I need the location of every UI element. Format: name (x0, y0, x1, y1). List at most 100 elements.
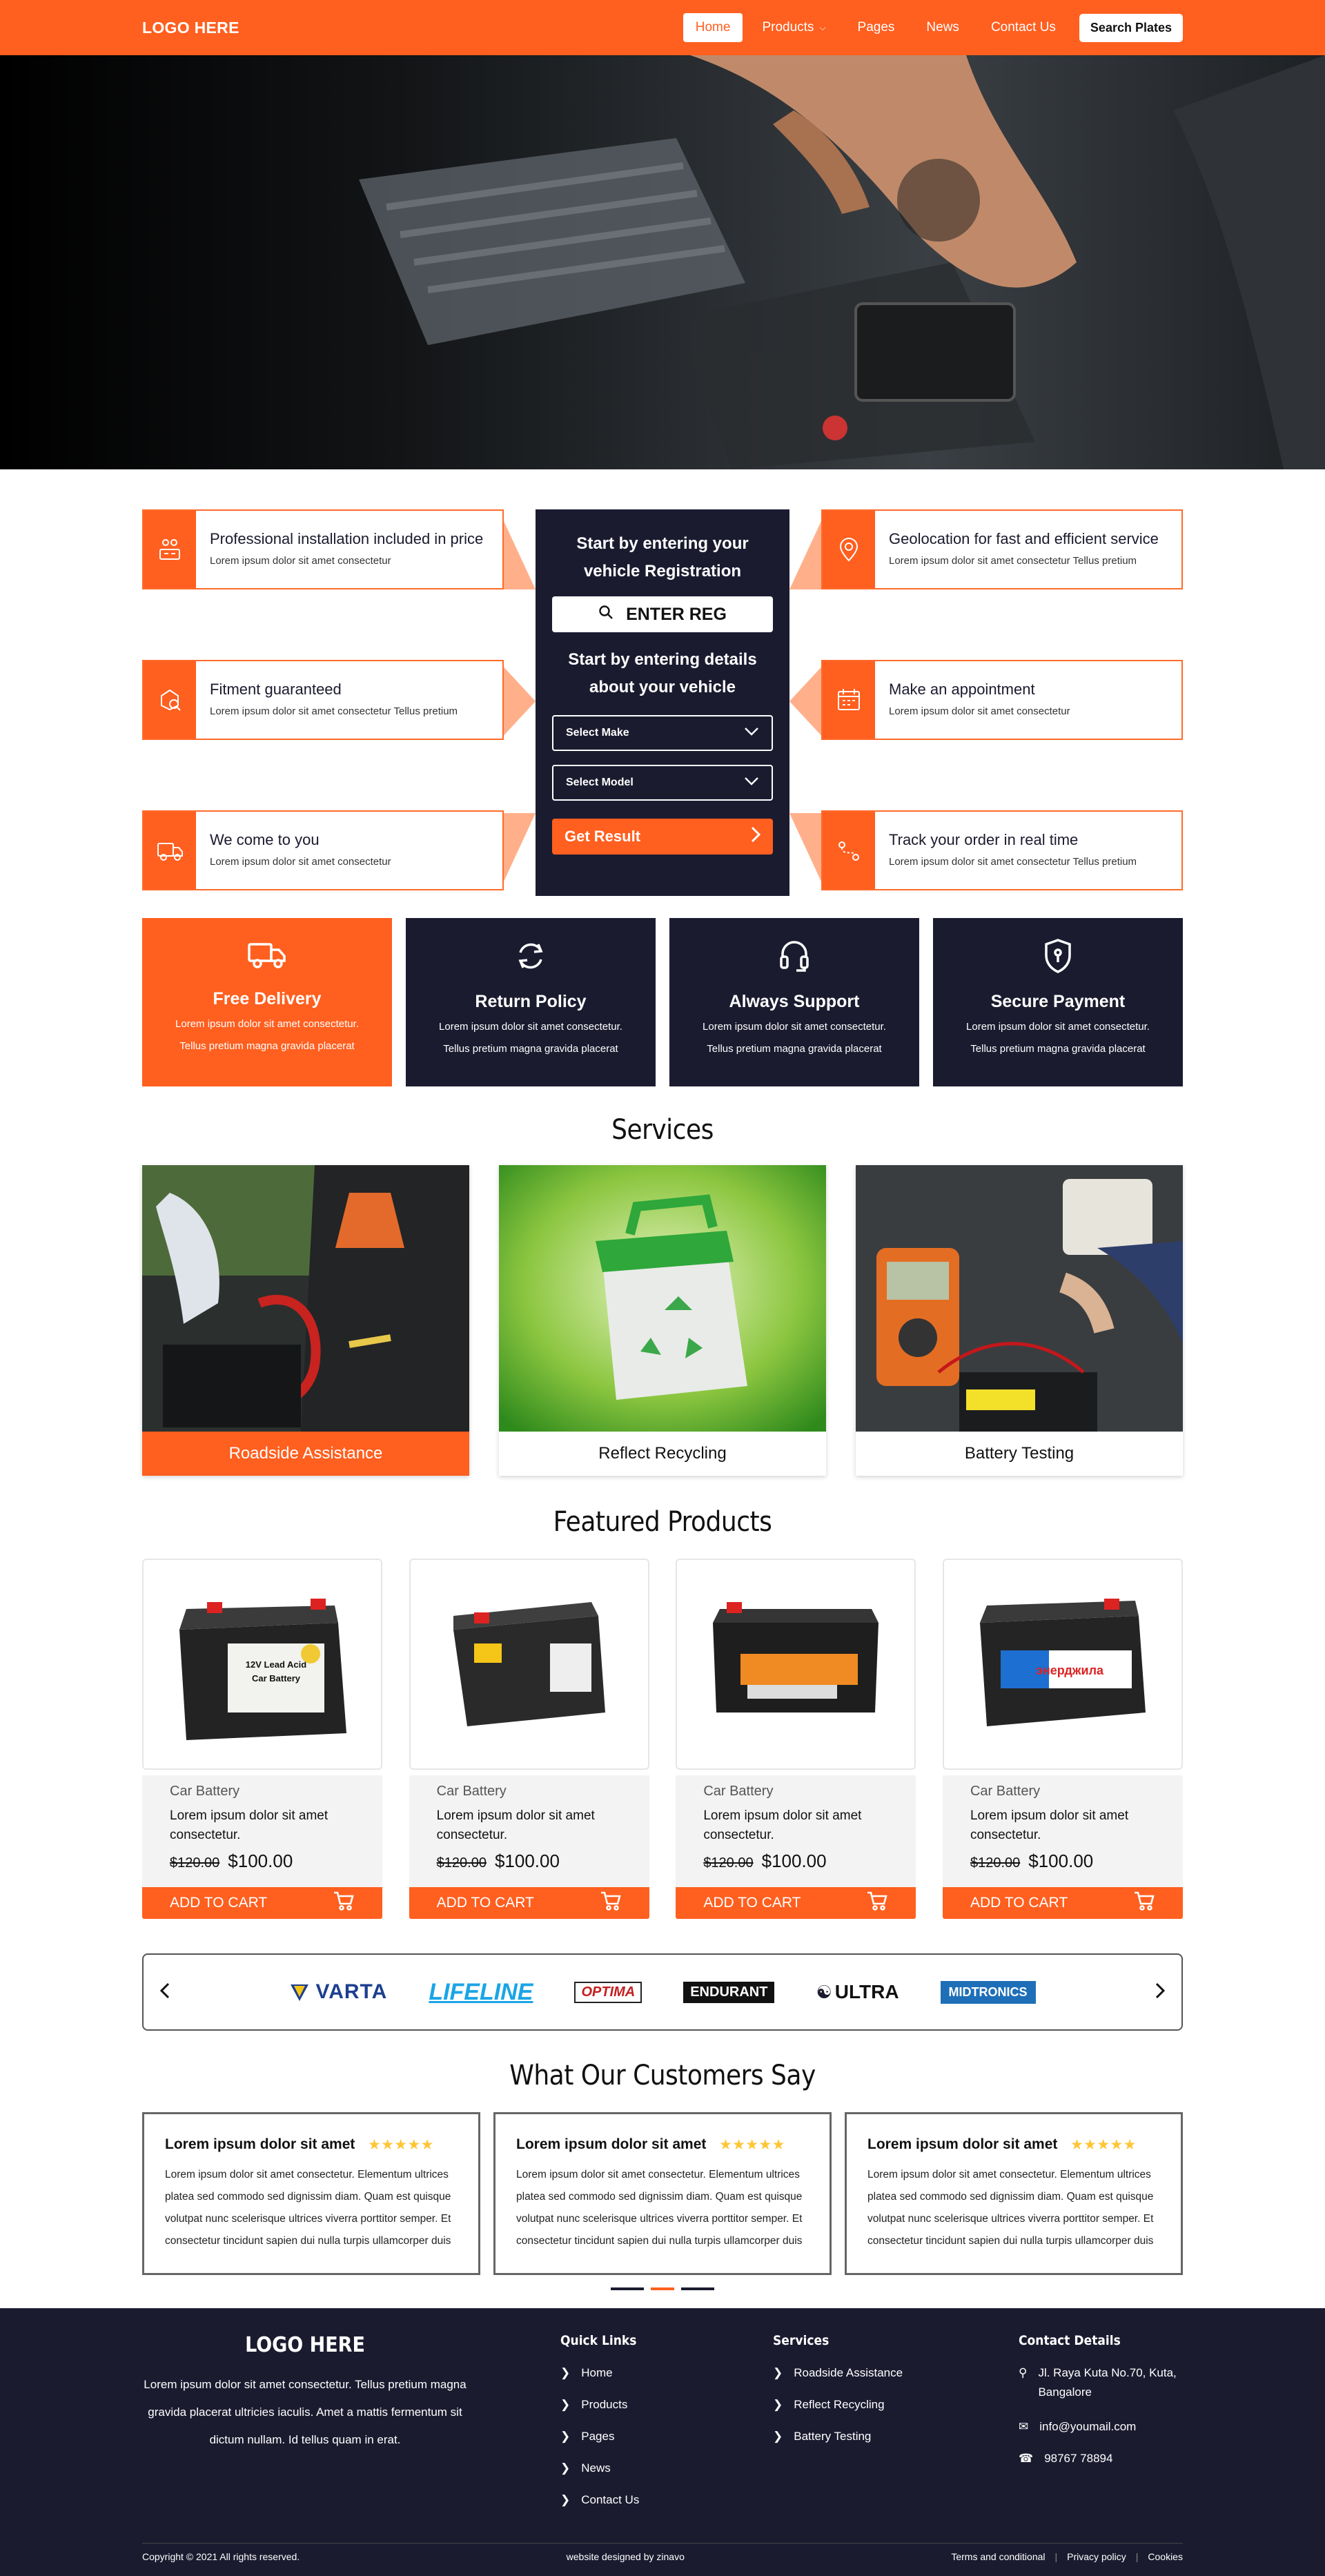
feature-desc: Lorem ipsum dolor sit amet consectetur (889, 705, 1070, 717)
add-to-cart-label: ADD TO CART (436, 1895, 534, 1911)
footer-service-recycling[interactable]: ❯ Reflect Recycling (773, 2398, 903, 2412)
product-image[interactable]: 12V Lead Acid Car Battery (142, 1559, 382, 1770)
chevron-right-icon: ❯ (560, 2461, 571, 2475)
logo[interactable]: LOGO HERE (142, 19, 239, 37)
brand-logo-ultra[interactable]: ☯ ULTRA (816, 1981, 899, 2003)
product-image[interactable] (409, 1559, 649, 1770)
nav-news[interactable]: News (914, 13, 972, 42)
carousel-dot-active[interactable] (651, 2287, 674, 2290)
recycling-image (499, 1165, 826, 1432)
feature-title: Make an appointment (889, 681, 1035, 698)
chevron-right-icon[interactable] (1155, 1982, 1166, 2002)
cookies-link[interactable]: Cookies (1148, 2551, 1183, 2562)
testimonial-body: Lorem ipsum dolor sit amet consectetur. … (516, 2169, 803, 2247)
feature-title: Track your order in real time (889, 831, 1079, 848)
product-name[interactable]: Lorem ipsum dolor sit amet consectetur. (437, 1806, 649, 1845)
service-recycling[interactable]: Reflect Recycling (499, 1165, 826, 1476)
search-plates-button[interactable]: Search Plates (1079, 13, 1183, 42)
select-model-label: Select Model (566, 777, 634, 788)
testimonial-card: Lorem ipsum dolor sit amet ★★★★★ Lorem ips… (493, 2112, 832, 2275)
ultra-swirl-icon: ☯ (816, 1981, 832, 2002)
tile-line: Lorem ipsum dolor sit amet consectetur. (175, 1018, 359, 1030)
chevron-right-icon: ❯ (773, 2430, 783, 2443)
add-to-cart-button[interactable]: ADD TO CART (142, 1887, 382, 1919)
product-price: $120.00 $100.00 (970, 1851, 1183, 1872)
tile-title: Return Policy (475, 992, 587, 1011)
services-row: Roadside Assistance Reflect Recycling Ba… (142, 1165, 1183, 1476)
nav-contact[interactable]: Contact Us (979, 13, 1068, 42)
select-make[interactable]: Select Make (552, 715, 773, 751)
enter-reg-input[interactable]: ENTER REG (552, 596, 773, 632)
get-result-button[interactable]: Get Result (552, 819, 773, 855)
current-price: $100.00 (494, 1851, 560, 1871)
tile-return-policy: Return Policy Lorem ipsum dolor sit amet… (406, 918, 656, 1086)
footer-link-products[interactable]: ❯ Products (560, 2398, 639, 2412)
carousel-dots (142, 2287, 1183, 2290)
product-name[interactable]: Lorem ipsum dolor sit amet consectetur. (970, 1806, 1183, 1845)
chevron-left-icon[interactable] (159, 1982, 170, 2002)
feature-geolocation: Geolocation for fast and efficient servi… (821, 509, 1183, 589)
privacy-link[interactable]: Privacy policy (1067, 2551, 1126, 2562)
rating-stars: ★★★★★ (369, 2137, 435, 2151)
nav-products[interactable]: Products ⌵ (749, 13, 838, 42)
carousel-dot[interactable] (611, 2287, 644, 2290)
product-image[interactable]: энерджила (942, 1559, 1183, 1770)
footer-divider (142, 2543, 1183, 2544)
brand-logo-lifeline[interactable]: LIFELINE (429, 1979, 533, 2006)
battery-testing-image (856, 1165, 1183, 1432)
nav-pages[interactable]: Pages (845, 13, 907, 42)
location-pin-icon: ⚲ (1019, 2366, 1028, 2379)
feature-desc: Lorem ipsum dolor sit amet consectetur T… (889, 555, 1137, 567)
add-to-cart-button[interactable]: ADD TO CART (409, 1887, 649, 1919)
brand-logo-optima[interactable]: OPTIMA (574, 1981, 642, 2003)
footer-link-contact[interactable]: ❯ Contact Us (560, 2493, 639, 2507)
brand-logo-endurant[interactable]: ENDURANT (683, 1981, 775, 2003)
roadside-image (142, 1165, 469, 1432)
select-model[interactable]: Select Model (552, 765, 773, 801)
tile-line: Tellus pretium magna gravida placerat (970, 1043, 1146, 1055)
footer-link-pages[interactable]: ❯ Pages (560, 2430, 639, 2443)
tile-secure-payment: Secure Payment Lorem ipsum dolor sit ame… (933, 918, 1183, 1086)
designed-by-text[interactable]: website designed by zinavo (567, 2551, 685, 2562)
product-category: Car Battery (170, 1784, 240, 1799)
installation-icon (144, 511, 196, 588)
product-name[interactable]: Lorem ipsum dolor sit amet consectetur. (170, 1806, 382, 1845)
feature-desc: Lorem ipsum dolor sit amet consectetur T… (210, 705, 458, 717)
add-to-cart-button[interactable]: ADD TO CART (942, 1887, 1183, 1919)
footer-link-home[interactable]: ❯ Home (560, 2366, 639, 2380)
footer-phone[interactable]: ☎ 98767 78894 (1019, 2452, 1183, 2466)
quick-links-title: Quick Links (560, 2333, 637, 2348)
chevron-right-icon: ❯ (560, 2366, 571, 2379)
product-name[interactable]: Lorem ipsum dolor sit amet consectetur. (703, 1806, 916, 1845)
brand-logo-varta[interactable]: VARTA (289, 1980, 387, 2004)
terms-link[interactable]: Terms and conditional (951, 2551, 1045, 2562)
headset-icon (669, 937, 919, 978)
add-to-cart-button[interactable]: ADD TO CART (676, 1887, 916, 1919)
brand-logo-midtronics[interactable]: MIDTRONICS (940, 1980, 1036, 2004)
service-battery-testing[interactable]: Battery Testing (856, 1165, 1183, 1476)
footer-email[interactable]: ✉ info@youmail.com (1019, 2420, 1183, 2434)
footer-bottom-bar: Copyright © 2021 All rights reserved. we… (142, 2551, 1183, 2562)
shield-icon (933, 937, 1183, 978)
feature-desc: Lorem ipsum dolor sit amet consectetur (210, 555, 391, 567)
brands-carousel: VARTA LIFELINE OPTIMA ENDURANT ☯ ULTRA MI… (142, 1953, 1183, 2031)
chevron-right-icon (751, 826, 761, 847)
hero-image (0, 55, 1325, 469)
feature-title: We come to you (210, 831, 320, 848)
product-category: Car Battery (703, 1784, 774, 1799)
nav-home[interactable]: Home (683, 13, 743, 42)
product-price: $120.00 $100.00 (437, 1851, 649, 1872)
get-result-label: Get Result (565, 828, 641, 845)
carousel-dot[interactable] (681, 2287, 714, 2290)
testimonial-title: Lorem ipsum dolor sit amet (165, 2136, 355, 2152)
footer-service-testing[interactable]: ❯ Battery Testing (773, 2430, 903, 2443)
footer-service-roadside[interactable]: ❯ Roadside Assistance (773, 2366, 903, 2380)
service-tiles: Free Delivery Lorem ipsum dolor sit amet… (142, 918, 1183, 1086)
footer-services-title: Services (773, 2333, 830, 2348)
footer-link-news[interactable]: ❯ News (560, 2461, 639, 2475)
main-nav: Home Products ⌵ Pages News Contact Us Sea… (683, 13, 1183, 42)
service-roadside[interactable]: Roadside Assistance (142, 1165, 469, 1476)
footer-logo[interactable]: LOGO HERE (142, 2333, 468, 2357)
product-image[interactable] (676, 1559, 916, 1770)
tile-line: Tellus pretium magna gravida placerat (179, 1040, 355, 1052)
